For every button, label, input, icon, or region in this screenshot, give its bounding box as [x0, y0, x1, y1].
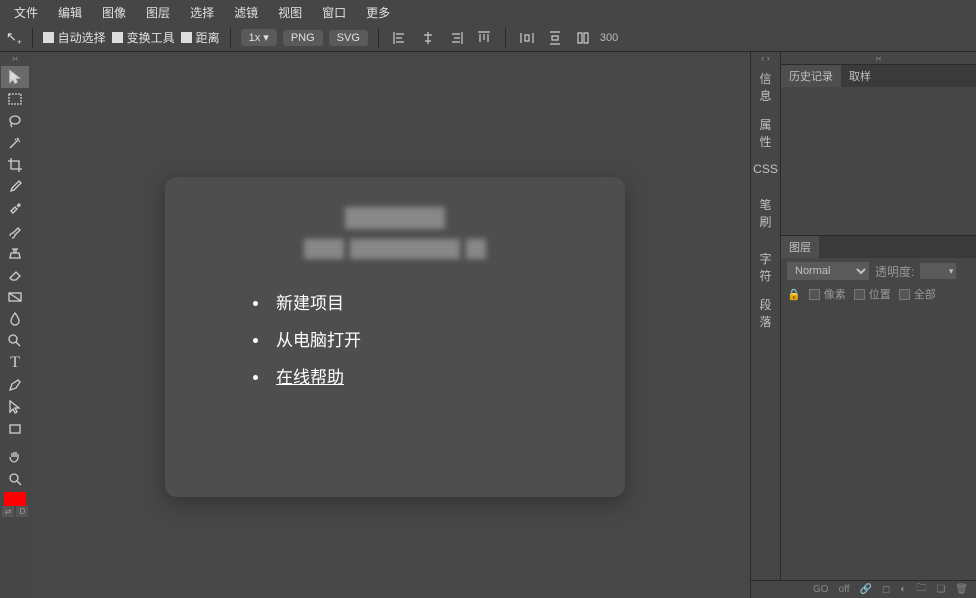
- history-panel: 历史记录 取样: [781, 64, 976, 235]
- status-trash-icon[interactable]: 🗑: [955, 584, 968, 595]
- foreground-color-swatch[interactable]: [4, 492, 26, 506]
- healing-brush-tool[interactable]: [1, 198, 29, 220]
- magic-wand-tool[interactable]: [1, 132, 29, 154]
- export-svg-button[interactable]: SVG: [329, 30, 368, 46]
- distribute-v-icon[interactable]: [544, 27, 566, 49]
- pen-tool[interactable]: [1, 374, 29, 396]
- history-body: [781, 87, 976, 235]
- menu-window[interactable]: 窗口: [312, 1, 356, 24]
- menu-select[interactable]: 选择: [180, 1, 224, 24]
- distance-checkbox[interactable]: 距离: [181, 29, 220, 46]
- side-tabs-collapse-icon[interactable]: ‹ ›: [761, 52, 770, 64]
- eraser-tool[interactable]: [1, 264, 29, 286]
- side-tab-info[interactable]: 信息: [751, 64, 780, 110]
- marquee-tool[interactable]: [1, 88, 29, 110]
- hand-tool[interactable]: [1, 446, 29, 468]
- layers-list: [781, 304, 976, 598]
- side-tab-brush[interactable]: 笔刷: [751, 190, 780, 236]
- align-center-h-icon[interactable]: [417, 27, 439, 49]
- brush-tool[interactable]: [1, 220, 29, 242]
- menu-edit[interactable]: 编辑: [48, 1, 92, 24]
- lock-icon: 🔒: [787, 288, 801, 301]
- blend-mode-select[interactable]: Normal: [787, 262, 869, 280]
- path-select-tool[interactable]: [1, 396, 29, 418]
- menu-layer[interactable]: 图层: [136, 1, 180, 24]
- welcome-open-from-computer[interactable]: 从电脑打开: [270, 326, 565, 351]
- color-swap-default[interactable]: ⇄D: [2, 506, 28, 517]
- layers-panel: 图层 Normal 透明度: 🔒 像素 位置 全部: [781, 235, 976, 598]
- lasso-tool[interactable]: [1, 110, 29, 132]
- align-top-icon[interactable]: [473, 27, 495, 49]
- toolbar: T ⇄D: [0, 64, 30, 517]
- menu-image[interactable]: 图像: [92, 1, 136, 24]
- status-go[interactable]: GO: [813, 584, 829, 595]
- crop-tool[interactable]: [1, 154, 29, 176]
- distribute-h-icon[interactable]: [516, 27, 538, 49]
- export-png-button[interactable]: PNG: [283, 30, 323, 46]
- shape-tool[interactable]: [1, 418, 29, 440]
- layers-tab[interactable]: 图层: [781, 236, 819, 258]
- align-left-icon[interactable]: [389, 27, 411, 49]
- side-tab-css[interactable]: CSS: [749, 156, 782, 182]
- align-right-icon[interactable]: [445, 27, 467, 49]
- side-tab-character[interactable]: 字符: [751, 244, 780, 290]
- move-tool-icon: ↖+: [6, 29, 22, 47]
- move-tool[interactable]: [1, 66, 29, 88]
- menu-file[interactable]: 文件: [4, 1, 48, 24]
- history-tab[interactable]: 历史记录: [781, 65, 841, 87]
- menu-more[interactable]: 更多: [356, 1, 400, 24]
- side-panel-tabs: ‹ › 信息 属性 CSS 笔刷 字符 段落: [750, 52, 780, 598]
- status-adjust-icon[interactable]: ◐: [900, 584, 906, 595]
- transform-tool-checkbox[interactable]: 变换工具: [112, 29, 175, 46]
- lock-all-checkbox[interactable]: 全部: [899, 286, 936, 302]
- swatches-tab[interactable]: 取样: [841, 65, 879, 87]
- zoom-dropdown[interactable]: 1x ▾: [241, 29, 277, 46]
- eyedropper-tool[interactable]: [1, 176, 29, 198]
- zoom-tool[interactable]: [1, 468, 29, 490]
- clone-stamp-tool[interactable]: [1, 242, 29, 264]
- canvas-area: 新建项目 从电脑打开 在线帮助: [30, 52, 750, 598]
- status-link-icon[interactable]: 🔗: [860, 584, 872, 595]
- status-folder-icon[interactable]: 🗀: [916, 581, 926, 598]
- type-tool[interactable]: T: [1, 352, 29, 374]
- side-tab-paragraph[interactable]: 段落: [751, 290, 780, 336]
- auto-select-checkbox[interactable]: 自动选择: [43, 29, 106, 46]
- side-tab-properties[interactable]: 属性: [751, 110, 780, 156]
- dodge-tool[interactable]: [1, 330, 29, 352]
- main-menu-bar: 文件 编辑 图像 图层 选择 滤镜 视图 窗口 更多: [0, 0, 976, 24]
- options-bar: ↖+ 自动选择 变换工具 距离 1x ▾ PNG SVG 300: [0, 24, 976, 52]
- menu-filter[interactable]: 滤镜: [224, 1, 268, 24]
- welcome-online-help[interactable]: 在线帮助: [270, 363, 565, 388]
- blurred-title: [225, 207, 565, 259]
- lock-position-checkbox[interactable]: 位置: [854, 286, 891, 302]
- gradient-tool[interactable]: [1, 286, 29, 308]
- status-new-icon[interactable]: ❏: [936, 584, 945, 595]
- toolbar-collapse-icon[interactable]: ›‹: [0, 52, 30, 64]
- spacing-icon[interactable]: [572, 27, 594, 49]
- ruler-value: 300: [600, 32, 618, 44]
- status-mask-icon[interactable]: ◻: [882, 584, 890, 595]
- welcome-new-project[interactable]: 新建项目: [270, 289, 565, 314]
- right-panels-collapse-icon[interactable]: ›‹: [781, 52, 976, 64]
- blur-tool[interactable]: [1, 308, 29, 330]
- welcome-card: 新建项目 从电脑打开 在线帮助: [165, 177, 625, 497]
- menu-view[interactable]: 视图: [268, 1, 312, 24]
- lock-pixels-checkbox[interactable]: 像素: [809, 286, 846, 302]
- opacity-label: 透明度:: [875, 263, 914, 280]
- status-bar: GO off 🔗 ◻ ◐ 🗀 ❏ 🗑: [751, 580, 976, 598]
- status-off[interactable]: off: [839, 584, 850, 595]
- opacity-dropdown[interactable]: [920, 263, 956, 279]
